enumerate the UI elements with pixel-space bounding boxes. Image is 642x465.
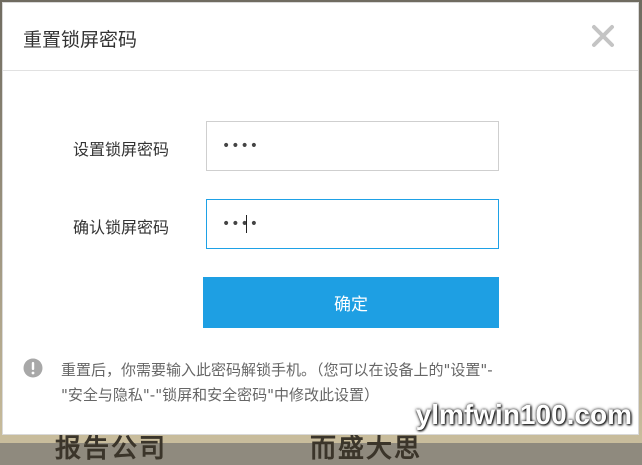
dialog-header: 重置锁屏密码 xyxy=(3,3,638,71)
confirm-password-field[interactable]: •••• xyxy=(206,199,499,249)
confirm-password-value: •••• xyxy=(222,216,260,232)
site-watermark: ylmfwin100.com xyxy=(415,399,632,430)
reset-note-line2: "安全与隐私"-"锁屏和安全密码"中修改此设置） xyxy=(61,386,380,404)
close-button[interactable] xyxy=(590,23,616,49)
dialog-title: 重置锁屏密码 xyxy=(23,29,138,51)
reset-note-line1: 重置后，你需要输入此密码解锁手机。（您可以在设备上的"设置"- xyxy=(61,361,493,379)
reset-lock-password-dialog: 重置锁屏密码 设置锁屏密码 •••• 确认锁屏密码 •••• 确定 重置后，你需… xyxy=(2,2,639,435)
close-icon xyxy=(592,25,614,47)
set-password-label: 设置锁屏密码 xyxy=(73,140,170,159)
confirm-button[interactable]: 确定 xyxy=(203,277,499,328)
set-password-value: •••• xyxy=(222,138,260,154)
set-password-field[interactable]: •••• xyxy=(206,121,499,171)
confirm-password-label: 确认锁屏密码 xyxy=(73,218,170,237)
info-icon xyxy=(23,358,43,378)
text-caret xyxy=(246,215,247,233)
